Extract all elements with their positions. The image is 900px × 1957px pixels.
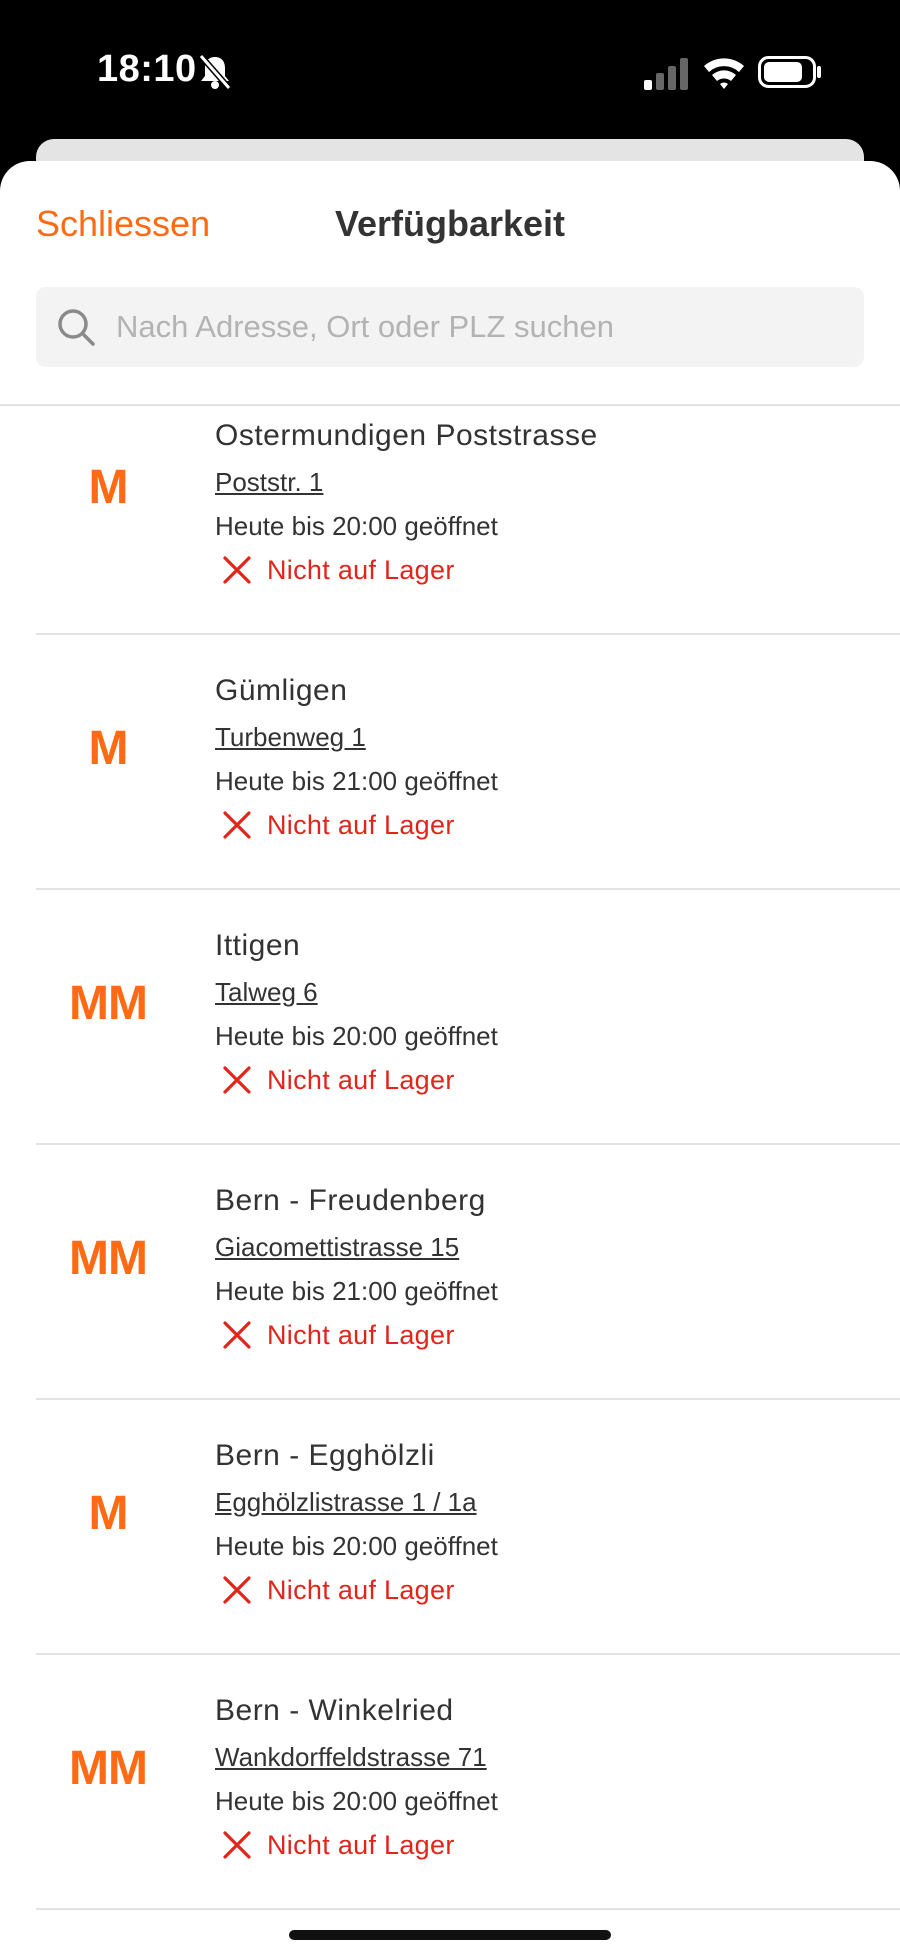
stock-status-text: Nicht auf Lager xyxy=(267,1574,455,1605)
store-row[interactable]: M Gümligen Turbenweg 1 Heute bis 21:00 g… xyxy=(36,635,900,890)
store-address-link[interactable]: Turbenweg 1 xyxy=(215,720,366,754)
store-hours: Heute bis 20:00 geöffnet xyxy=(215,511,498,541)
status-time: 18:10 xyxy=(97,48,197,90)
store-hours: Heute bis 20:00 geöffnet xyxy=(215,1021,498,1051)
bell-slash-icon xyxy=(198,54,232,90)
close-x-icon xyxy=(223,1066,251,1094)
store-logo: M xyxy=(88,461,129,514)
store-row[interactable]: MM Bern - Freudenberg Giacomettistrasse … xyxy=(36,1145,900,1400)
sheet-title: Verfügbarkeit xyxy=(334,203,566,244)
close-x-icon xyxy=(223,1831,251,1859)
store-hours: Heute bis 21:00 geöffnet xyxy=(215,766,498,796)
stock-status-text: Nicht auf Lager xyxy=(267,809,455,840)
store-logo: MM xyxy=(69,1232,148,1285)
search-icon xyxy=(58,309,95,346)
store-row[interactable]: MM Ittigen Talweg 6 Heute bis 20:00 geöf… xyxy=(36,890,900,1145)
wifi-icon xyxy=(704,58,744,89)
store-logo: MM xyxy=(69,977,148,1030)
store-logo: MM xyxy=(69,1742,148,1795)
stock-status: Nicht auf Lager xyxy=(215,553,598,587)
close-x-icon xyxy=(223,556,251,584)
availability-sheet: Schliessen Verfügbarkeit M Ostermundigen… xyxy=(0,161,900,1957)
store-hours: Heute bis 21:00 geöffnet xyxy=(215,1276,498,1306)
store-address-link[interactable]: Egghölzlistrasse 1 / 1a xyxy=(215,1485,477,1519)
search-box[interactable] xyxy=(36,287,864,367)
store-name: Ittigen xyxy=(215,929,301,962)
store-name: Bern - Winkelried xyxy=(215,1694,454,1727)
store-row[interactable]: MM Bern - Winkelried Wankdorffeldstrasse… xyxy=(36,1655,900,1910)
stock-status: Nicht auf Lager xyxy=(215,1828,498,1862)
store-address-link[interactable]: Giacomettistrasse 15 xyxy=(215,1230,459,1264)
close-x-icon xyxy=(223,1321,251,1349)
stock-status-text: Nicht auf Lager xyxy=(267,554,455,585)
store-name: Bern - Egghölzli xyxy=(215,1439,435,1472)
store-list: M Ostermundigen Poststrasse Poststr. 1 H… xyxy=(0,406,900,1910)
store-row[interactable]: M Ostermundigen Poststrasse Poststr. 1 H… xyxy=(36,406,900,635)
store-logo: M xyxy=(88,1487,129,1540)
store-row[interactable]: M Bern - Egghölzli Egghölzlistrasse 1 / … xyxy=(36,1400,900,1655)
store-name: Ostermundigen Poststrasse xyxy=(215,419,598,452)
stock-status: Nicht auf Lager xyxy=(215,1063,498,1097)
store-logo: M xyxy=(88,722,129,775)
store-name: Gümligen xyxy=(215,674,348,707)
cellular-signal-icon xyxy=(644,58,688,90)
stock-status: Nicht auf Lager xyxy=(215,1573,498,1607)
store-address-link[interactable]: Talweg 6 xyxy=(215,975,318,1009)
store-name: Bern - Freudenberg xyxy=(215,1184,486,1217)
stock-status: Nicht auf Lager xyxy=(215,808,498,842)
store-hours: Heute bis 20:00 geöffnet xyxy=(215,1531,498,1561)
battery-icon xyxy=(758,56,821,88)
stock-status: Nicht auf Lager xyxy=(215,1318,498,1352)
store-hours: Heute bis 20:00 geöffnet xyxy=(215,1786,498,1816)
home-indicator[interactable] xyxy=(289,1930,611,1940)
close-x-icon xyxy=(223,811,251,839)
stock-status-text: Nicht auf Lager xyxy=(267,1319,455,1350)
status-bar: 18:10 xyxy=(0,0,900,140)
store-address-link[interactable]: Wankdorffeldstrasse 71 xyxy=(215,1740,487,1774)
store-address-link[interactable]: Poststr. 1 xyxy=(215,465,323,499)
search-input[interactable] xyxy=(116,287,846,367)
close-x-icon xyxy=(223,1576,251,1604)
stock-status-text: Nicht auf Lager xyxy=(267,1829,455,1860)
stock-status-text: Nicht auf Lager xyxy=(267,1064,455,1095)
